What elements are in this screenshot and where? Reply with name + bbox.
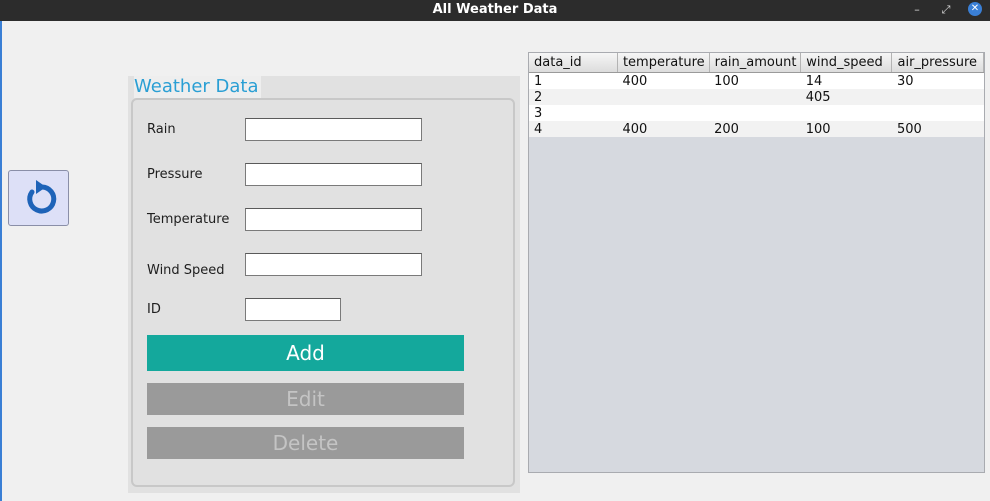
- column-header-wind-speed[interactable]: wind_speed: [800, 53, 893, 73]
- table-row[interactable]: 3: [529, 105, 984, 121]
- window-border: [0, 21, 2, 501]
- table-cell: [800, 105, 892, 121]
- rain-label: Rain: [147, 122, 176, 137]
- table-row[interactable]: 4 400 200 100 500: [529, 121, 984, 137]
- delete-button[interactable]: Delete: [147, 427, 464, 459]
- table-cell: 500: [891, 121, 984, 137]
- column-header-temperature[interactable]: temperature: [617, 53, 710, 73]
- id-label: ID: [147, 302, 161, 317]
- weather-table[interactable]: data_id temperature rain_amount wind_spe…: [528, 52, 985, 473]
- minimize-icon[interactable]: –: [909, 2, 925, 18]
- id-input[interactable]: [245, 298, 341, 321]
- table-cell: [617, 105, 710, 121]
- column-header-air-pressure[interactable]: air_pressure: [891, 53, 984, 73]
- temperature-label: Temperature: [147, 212, 230, 227]
- table-cell: [617, 89, 710, 105]
- table-header-row: data_id temperature rain_amount wind_spe…: [529, 53, 984, 73]
- maximize-icon[interactable]: ⤢: [938, 2, 954, 18]
- table-cell: [709, 89, 801, 105]
- column-header-data-id[interactable]: data_id: [529, 53, 618, 73]
- temperature-input[interactable]: [245, 208, 422, 231]
- pressure-input[interactable]: [245, 163, 422, 186]
- close-icon[interactable]: ✕: [968, 2, 982, 16]
- table-cell: 4: [529, 121, 618, 137]
- wind-speed-input[interactable]: [245, 253, 422, 276]
- table-row[interactable]: 2 405: [529, 89, 984, 105]
- table-cell: 405: [800, 89, 892, 105]
- table-row[interactable]: 1 400 100 14 30: [529, 72, 984, 89]
- weather-table-grid: data_id temperature rain_amount wind_spe…: [529, 53, 984, 137]
- table-cell: 400: [617, 121, 710, 137]
- table-cell: 30: [891, 72, 984, 89]
- panel-title: Weather Data: [134, 76, 261, 98]
- table-cell: 1: [529, 72, 618, 89]
- table-cell: 400: [617, 72, 710, 89]
- table-cell: 14: [800, 72, 892, 89]
- table-cell: 100: [800, 121, 892, 137]
- table-cell: [891, 89, 984, 105]
- undo-arrow-icon: [27, 180, 57, 214]
- table-cell: 2: [529, 89, 618, 105]
- table-cell: 100: [709, 72, 801, 89]
- window-titlebar: All Weather Data – ⤢ ✕: [0, 0, 990, 21]
- column-header-rain-amount[interactable]: rain_amount: [709, 53, 802, 73]
- edit-button[interactable]: Edit: [147, 383, 464, 415]
- table-cell: [891, 105, 984, 121]
- window-title: All Weather Data: [432, 2, 558, 17]
- add-button[interactable]: Add: [147, 335, 464, 371]
- table-cell: [709, 105, 801, 121]
- table-cell: 3: [529, 105, 618, 121]
- back-button[interactable]: [8, 170, 69, 226]
- wind-speed-label: Wind Speed: [147, 263, 225, 278]
- rain-input[interactable]: [245, 118, 422, 141]
- table-cell: 200: [709, 121, 801, 137]
- pressure-label: Pressure: [147, 167, 203, 182]
